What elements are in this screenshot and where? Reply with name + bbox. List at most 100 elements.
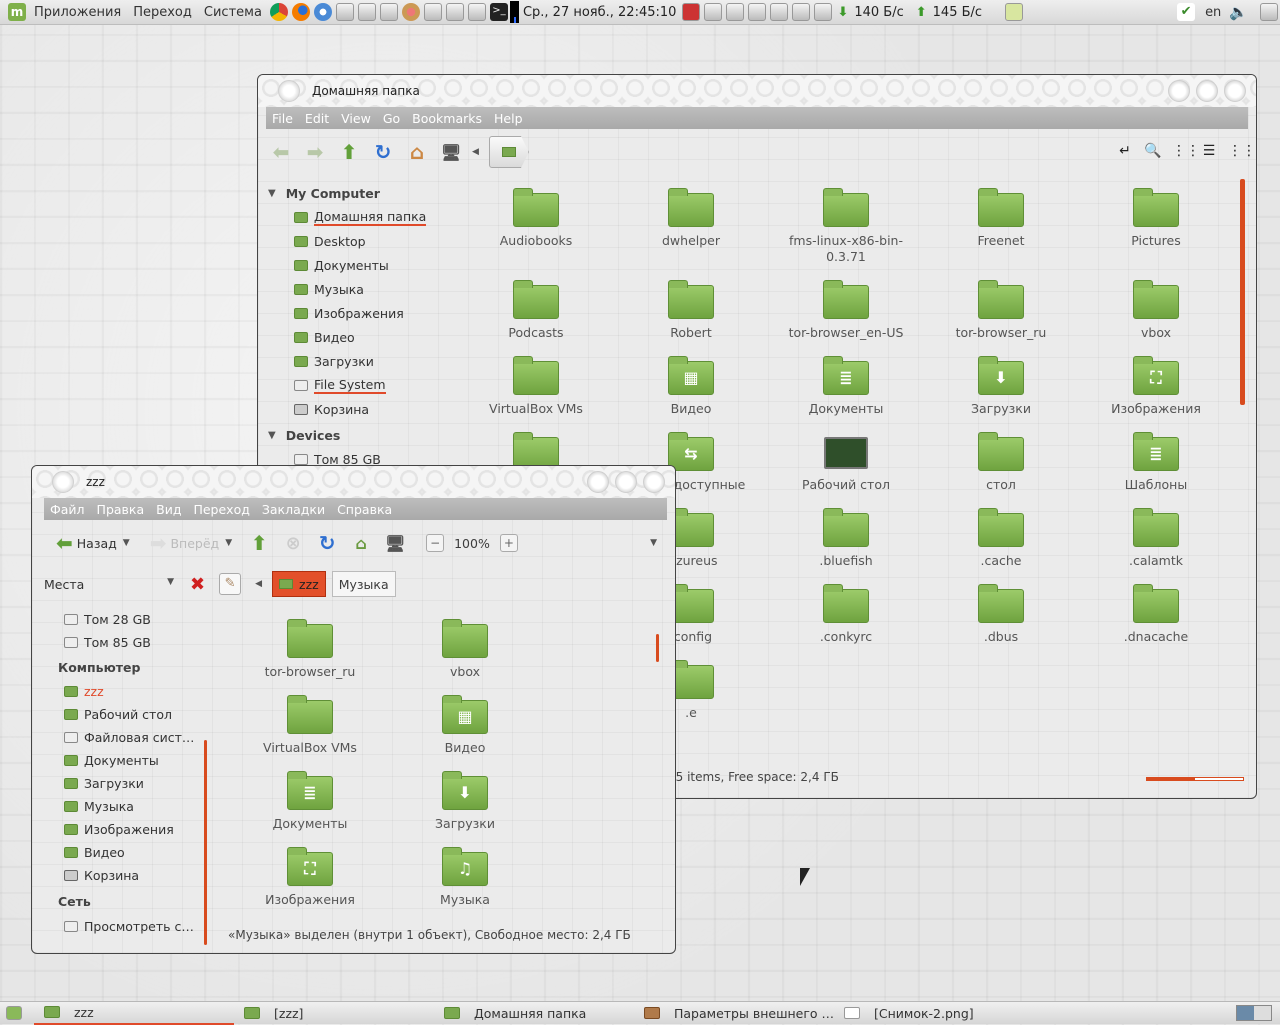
file-item[interactable]: Pictures	[1091, 188, 1221, 249]
launcher-icon[interactable]	[423, 3, 442, 21]
file-label: .conkyrc	[819, 629, 873, 644]
file-item[interactable]: Robert	[626, 280, 756, 341]
taskbar-item-zzz[interactable]: zzz	[34, 1002, 234, 1025]
terminal-icon[interactable]: >_	[489, 3, 508, 21]
file-item[interactable]: Freenet	[936, 188, 1066, 249]
taskbar-label: [Снимок-2.png]	[874, 1005, 974, 1021]
file-item[interactable]: ⬇ Загрузки	[936, 356, 1066, 417]
file-label: Robert	[670, 325, 712, 340]
folder-icon	[823, 584, 869, 623]
notes-icon[interactable]	[1005, 3, 1024, 21]
taskbar-item-screenshot[interactable]: [Снимок-2.png]	[834, 1002, 1034, 1025]
file-item[interactable]: VirtualBox VMs	[245, 695, 375, 756]
file-item[interactable]: .calamtk	[1091, 508, 1221, 569]
taskbar-item-home[interactable]: Домашняя папка	[434, 1002, 634, 1025]
file-label: Freenet	[977, 233, 1025, 248]
clock[interactable]: Ср., 27 нояб., 22:45:10	[519, 5, 680, 20]
file-item[interactable]: ≣ Документы	[781, 356, 911, 417]
folder-icon: ≣	[823, 356, 869, 395]
file-item[interactable]: Podcasts	[471, 280, 601, 341]
tray-icon[interactable]	[792, 3, 811, 21]
workspace-switcher[interactable]	[1236, 1005, 1272, 1021]
file-label: .bluefish	[819, 553, 873, 568]
file-item[interactable]: .bluefish	[781, 508, 911, 569]
file-label: Загрузки	[435, 816, 495, 831]
file-item[interactable]: .dbus	[936, 584, 1066, 645]
tray-icon[interactable]	[704, 3, 723, 21]
file-item[interactable]: ▦ Видео	[626, 356, 756, 417]
file-label: Рабочий стол	[802, 477, 890, 492]
taskbar-label: zzz	[74, 1004, 94, 1020]
show-desktop-icon[interactable]	[6, 1006, 22, 1020]
mint-menu-icon[interactable]: m	[8, 3, 26, 21]
file-item[interactable]: ⛶ Изображения	[245, 847, 375, 908]
file-item[interactable]: vbox	[1091, 280, 1221, 341]
download-tray-icon[interactable]	[682, 3, 701, 21]
file-item[interactable]: VirtualBox VMs	[471, 356, 601, 417]
file-item[interactable]: tor-browser_en-US	[781, 280, 911, 341]
bottom-panel: zzz [zzz] Домашняя папка Параметры внешн…	[0, 1001, 1280, 1025]
taskbar-item-appearance[interactable]: Параметры внешнего …	[634, 1002, 834, 1025]
file-item[interactable]: .conkyrc	[781, 584, 911, 645]
file-label: Шаблоны	[1124, 477, 1188, 492]
file-item[interactable]: tor-browser_ru	[245, 619, 375, 680]
shield-icon[interactable]: ✔	[1177, 3, 1196, 21]
folder-icon	[978, 188, 1024, 227]
browser-icon[interactable]	[313, 3, 332, 21]
show-desktop-icon[interactable]	[1260, 3, 1278, 21]
file-label: .dnacache	[1123, 629, 1189, 644]
file-label: .dbus	[983, 629, 1019, 644]
file-item[interactable]: Audiobooks	[471, 188, 601, 249]
file-item[interactable]: Рабочий стол	[781, 437, 911, 493]
zoom-slider[interactable]	[1146, 777, 1244, 781]
editor-icon[interactable]	[445, 3, 464, 21]
folder-icon	[513, 188, 559, 227]
firefox-icon[interactable]	[291, 3, 310, 21]
appearance-icon	[644, 1007, 660, 1019]
file-label: Видео	[670, 401, 712, 416]
file-item[interactable]: ≣ Шаблоны	[1091, 432, 1221, 493]
file-item[interactable]: ▦ Видео	[400, 695, 530, 756]
launcher-icon[interactable]	[467, 3, 486, 21]
tray-icon[interactable]	[814, 3, 833, 21]
menu-applications[interactable]: Приложения	[28, 5, 127, 20]
file-label: Изображения	[265, 892, 355, 907]
file-label: стол	[986, 477, 1016, 492]
file-label: Музыка	[440, 892, 490, 907]
file-item[interactable]: vbox	[400, 619, 530, 680]
volume-icon[interactable]: 🔈	[1229, 3, 1248, 21]
launcher-icon[interactable]	[379, 3, 398, 21]
net-down-arrow-icon: ⬇	[837, 4, 849, 20]
file-label: Загрузки	[971, 401, 1031, 416]
tray-icon[interactable]	[770, 3, 789, 21]
top-panel: m Приложения Переход Система >_ Ср., 27 …	[0, 0, 1280, 25]
file-item[interactable]: ⛶ Изображения	[1091, 356, 1221, 417]
chrome-icon[interactable]	[269, 3, 288, 21]
file-item[interactable]: ≣ Документы	[245, 771, 375, 832]
file-item[interactable]: .cache	[936, 508, 1066, 569]
folder-icon	[287, 619, 333, 658]
menu-system[interactable]: Система	[198, 5, 268, 20]
file-label: Изображения	[1111, 401, 1201, 416]
launcher-icon[interactable]	[357, 3, 376, 21]
file-item[interactable]: dwhelper	[626, 188, 756, 249]
keyboard-layout[interactable]: en	[1197, 5, 1229, 20]
folder-icon	[287, 695, 333, 734]
folder-icon: ⬇	[978, 356, 1024, 395]
menu-places[interactable]: Переход	[127, 5, 198, 20]
snail-icon[interactable]	[401, 3, 420, 21]
file-item[interactable]: .dnacache	[1091, 584, 1221, 645]
folder-icon	[1133, 280, 1179, 319]
folder-icon: ♫	[442, 847, 488, 886]
taskbar-item-zzz-minimized[interactable]: [zzz]	[234, 1002, 434, 1025]
file-item[interactable]: ⬇ Загрузки	[400, 771, 530, 832]
launcher-icon[interactable]	[335, 3, 354, 21]
file-item[interactable]: fms-linux-x86-bin-0.3.71	[781, 188, 911, 265]
file-item[interactable]: ♫ Музыка	[400, 847, 530, 908]
tray-icon[interactable]	[726, 3, 745, 21]
file-item[interactable]: стол	[936, 432, 1066, 493]
file-grid: tor-browser_ru vbox VirtualBox VMs ▦ Видео ≣ Д…	[32, 466, 675, 926]
file-item[interactable]: tor-browser_ru	[936, 280, 1066, 341]
desktop-icon	[824, 437, 868, 469]
tray-icon[interactable]	[748, 3, 767, 21]
